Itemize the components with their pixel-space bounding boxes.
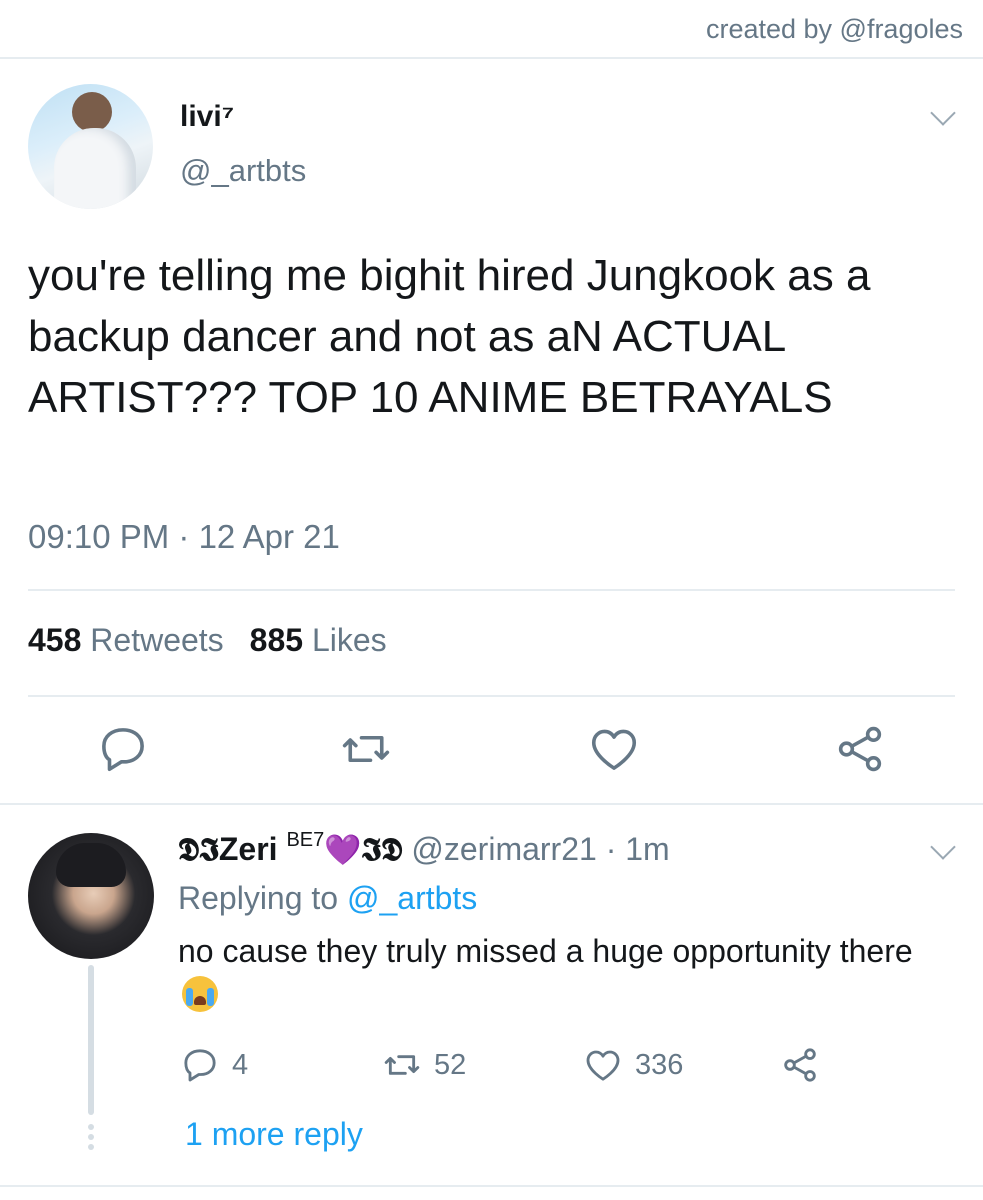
- like-icon: [586, 1050, 620, 1081]
- avatar[interactable]: [28, 84, 153, 209]
- reply-retweet-count: 52: [434, 1048, 467, 1081]
- reply-handle[interactable]: @zerimarr21: [411, 831, 596, 867]
- share-icon: [784, 1048, 816, 1082]
- divider: [0, 1185, 983, 1187]
- replying-to: Replying to @_artbts: [178, 880, 477, 917]
- reply-like-count: 336: [635, 1048, 684, 1081]
- reply-text-body: no cause they truly missed a huge opport…: [178, 933, 913, 969]
- tweet-stats: 458 Retweets 885 Likes: [28, 622, 387, 659]
- share-button[interactable]: [833, 722, 887, 776]
- purple-heart-emoji: 💜: [324, 834, 362, 867]
- retweet-icon: [342, 735, 390, 763]
- like-icon: [591, 729, 637, 770]
- reply-button[interactable]: [96, 722, 150, 776]
- like-label: Likes: [311, 622, 387, 658]
- more-replies-link[interactable]: 1 more reply: [185, 1116, 363, 1153]
- reply-like-button[interactable]: 336: [583, 1044, 683, 1086]
- reply-avatar[interactable]: [28, 833, 154, 959]
- like-stat[interactable]: 885 Likes: [250, 622, 387, 658]
- divider: [28, 589, 955, 591]
- like-button[interactable]: [587, 722, 641, 776]
- tweet-timestamp: 09:10 PM · 12 Apr 21: [28, 518, 340, 555]
- reply-retweet-button[interactable]: 52: [382, 1044, 466, 1086]
- divider: [28, 695, 955, 697]
- tweet-text: you're telling me bighit hired Jungkook …: [28, 251, 883, 422]
- user-handle[interactable]: @_artbts: [180, 153, 306, 189]
- reply-text: no cause they truly missed a huge opport…: [178, 929, 938, 1017]
- retweet-count: 458: [28, 622, 82, 658]
- credit-label: created by @fragoles: [705, 14, 963, 44]
- reply-icon: [102, 728, 144, 772]
- thread-dots: [88, 1124, 94, 1154]
- reply-icon: [184, 1049, 216, 1082]
- retweet-icon: [384, 1055, 420, 1075]
- thread-line: [88, 965, 94, 1115]
- crying-face-emoji: [182, 976, 218, 1012]
- retweet-label: Retweets: [90, 622, 224, 658]
- reply-reply-button[interactable]: 4: [180, 1044, 248, 1086]
- chevron-down-icon[interactable]: [930, 834, 956, 860]
- reply-time: · 1m: [605, 831, 670, 867]
- reply-display-name[interactable]: 𝕯𝕴Zeri: [178, 831, 278, 867]
- reply-name-trail: 𝕴𝕯: [361, 831, 403, 867]
- replying-prefix: Replying to: [178, 880, 339, 916]
- share-icon: [838, 726, 882, 772]
- chevron-down-icon[interactable]: [930, 100, 956, 126]
- display-name[interactable]: livi⁷: [180, 100, 234, 134]
- divider: [0, 57, 983, 59]
- retweet-stat[interactable]: 458 Retweets: [28, 622, 224, 658]
- reply-name-superscript: BE7: [286, 829, 325, 851]
- replying-handle-link[interactable]: @_artbts: [347, 880, 477, 916]
- reply-count: 4: [232, 1048, 249, 1081]
- reply-header: 𝕯𝕴Zeri BE7💜𝕴𝕯 @zerimarr21 · 1m: [178, 829, 670, 869]
- like-count: 885: [249, 622, 304, 658]
- divider: [0, 803, 983, 805]
- reply-share-button[interactable]: [780, 1044, 832, 1086]
- retweet-button[interactable]: [339, 722, 393, 776]
